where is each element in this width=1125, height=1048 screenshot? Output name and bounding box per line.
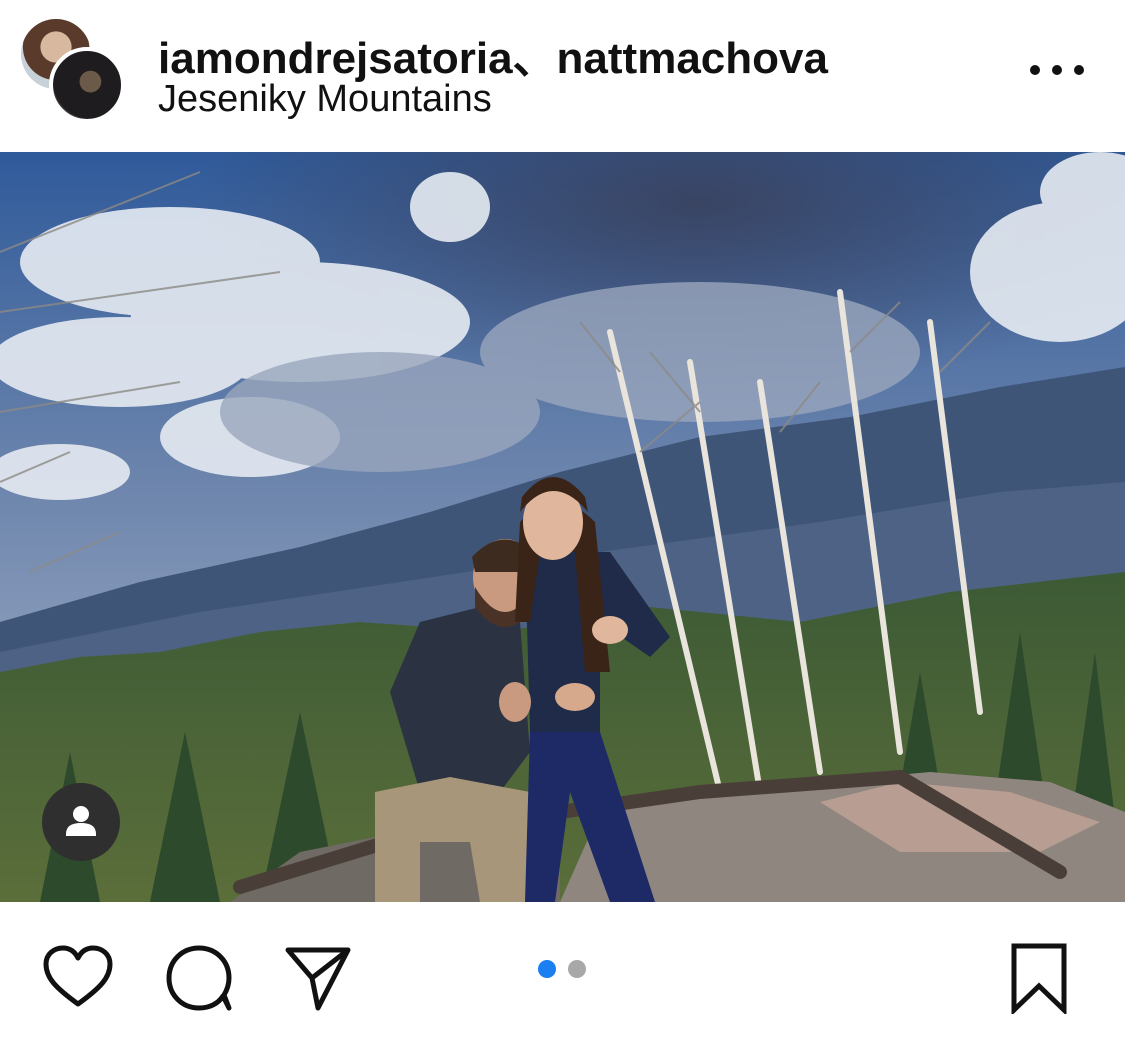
post-header: iamondrejsatoria、nattmachova Jeseniky Mo… [0, 0, 1125, 150]
landscape-photo-illustration [0, 152, 1125, 902]
bookmark-icon[interactable] [1006, 942, 1078, 1014]
collab-usernames[interactable]: iamondrejsatoria、nattmachova [158, 22, 828, 86]
person-tag-icon[interactable] [42, 783, 120, 861]
post-action-bar [0, 902, 1125, 1048]
carousel-dot-1[interactable] [538, 960, 556, 978]
carousel-dot-2[interactable] [568, 960, 586, 978]
more-options-icon[interactable] [1030, 62, 1090, 78]
instagram-post: iamondrejsatoria、nattmachova Jeseniky Mo… [0, 0, 1125, 1048]
post-location[interactable]: Jeseniky Mountains [158, 78, 492, 121]
paper-plane-icon[interactable] [282, 942, 354, 1014]
heart-icon[interactable] [42, 942, 114, 1014]
carousel-indicator [536, 960, 596, 980]
post-photo[interactable] [0, 152, 1125, 902]
user-avatar-2[interactable] [49, 47, 125, 123]
comment-bubble-icon[interactable] [163, 942, 235, 1014]
